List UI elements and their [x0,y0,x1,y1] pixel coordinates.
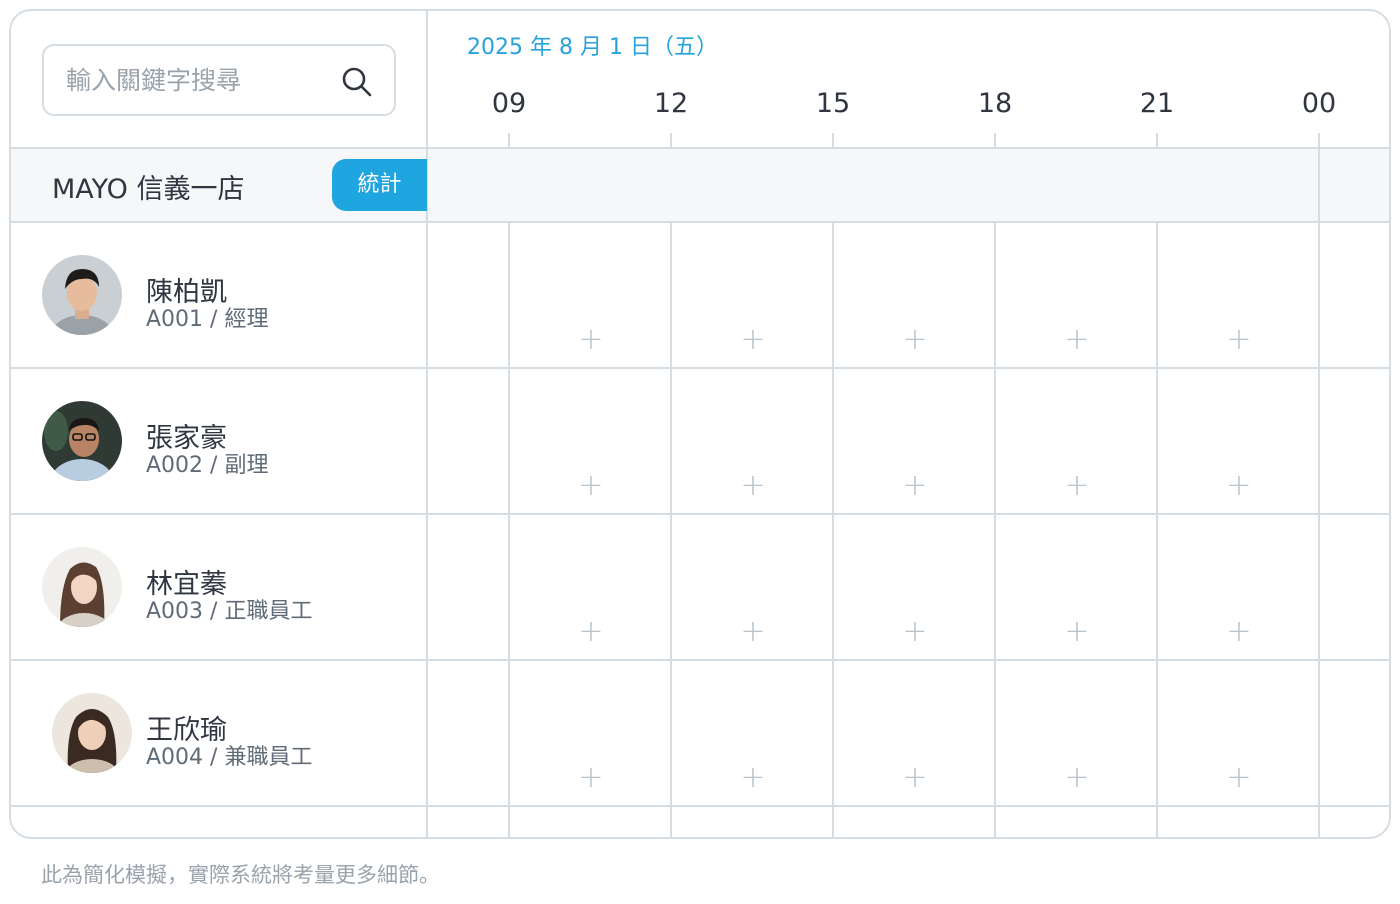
grid-line [11,659,1389,661]
grid-line [11,513,1389,515]
hour-label: 00 [1301,88,1337,119]
add-shift-icon[interactable]: + [895,758,935,798]
avatar [42,401,122,481]
hour-tick [1318,133,1320,148]
add-shift-icon[interactable]: + [1057,612,1097,652]
grid-line [426,11,428,837]
footer-note: 此為簡化模擬，實際系統將考量更多細節。 [41,863,440,887]
add-shift-icon[interactable]: + [1057,320,1097,360]
hour-label: 09 [491,88,527,119]
search-icon[interactable] [340,65,374,99]
avatar [42,547,122,627]
add-shift-icon[interactable]: + [571,466,611,506]
avatar [42,255,122,335]
add-shift-icon[interactable]: + [571,612,611,652]
hour-label: 21 [1139,88,1175,119]
date-label: 2025 年 8 月 1 日（五） [467,35,718,60]
add-shift-icon[interactable]: + [895,612,935,652]
grid-line [11,805,1389,807]
hour-tick [508,133,510,148]
add-shift-icon[interactable]: + [1219,320,1259,360]
add-shift-icon[interactable]: + [1219,466,1259,506]
hour-label: 18 [977,88,1013,119]
add-shift-icon[interactable]: + [1057,466,1097,506]
hour-tick [1156,133,1158,148]
add-shift-icon[interactable]: + [895,466,935,506]
grid-line [508,222,510,837]
grid-line [11,367,1389,369]
add-shift-icon[interactable]: + [1219,612,1259,652]
stats-button[interactable]: 統計 [332,159,427,211]
add-shift-icon[interactable]: + [733,758,773,798]
grid-line [832,222,834,837]
add-shift-icon[interactable]: + [571,320,611,360]
add-shift-icon[interactable]: + [733,320,773,360]
grid-line [1156,222,1158,837]
search-box[interactable] [42,44,396,116]
search-input[interactable] [66,46,336,114]
add-shift-icon[interactable]: + [1219,758,1259,798]
hour-tick [994,133,996,148]
store-name: MAYO 信義一店 [52,174,245,205]
add-shift-icon[interactable]: + [571,758,611,798]
avatar [52,693,132,773]
hour-tick [832,133,834,148]
employee-meta: A003 / 正職員工 [146,599,313,624]
schedule-board: 2025 年 8 月 1 日（五） 09 12 15 18 21 00 MAYO… [9,9,1391,839]
add-shift-icon[interactable]: + [733,612,773,652]
add-shift-icon[interactable]: + [733,466,773,506]
employee-meta: A002 / 副理 [146,453,269,478]
add-shift-icon[interactable]: + [1057,758,1097,798]
grid-line [670,222,672,837]
hour-tick [670,133,672,148]
grid-line [1318,148,1320,837]
grid-line [11,147,1389,149]
grid-line [994,222,996,837]
hour-label: 12 [653,88,689,119]
employee-meta: A001 / 經理 [146,307,269,332]
hour-label: 15 [815,88,851,119]
add-shift-icon[interactable]: + [895,320,935,360]
grid-line [11,221,1389,223]
employee-meta: A004 / 兼職員工 [146,745,313,770]
